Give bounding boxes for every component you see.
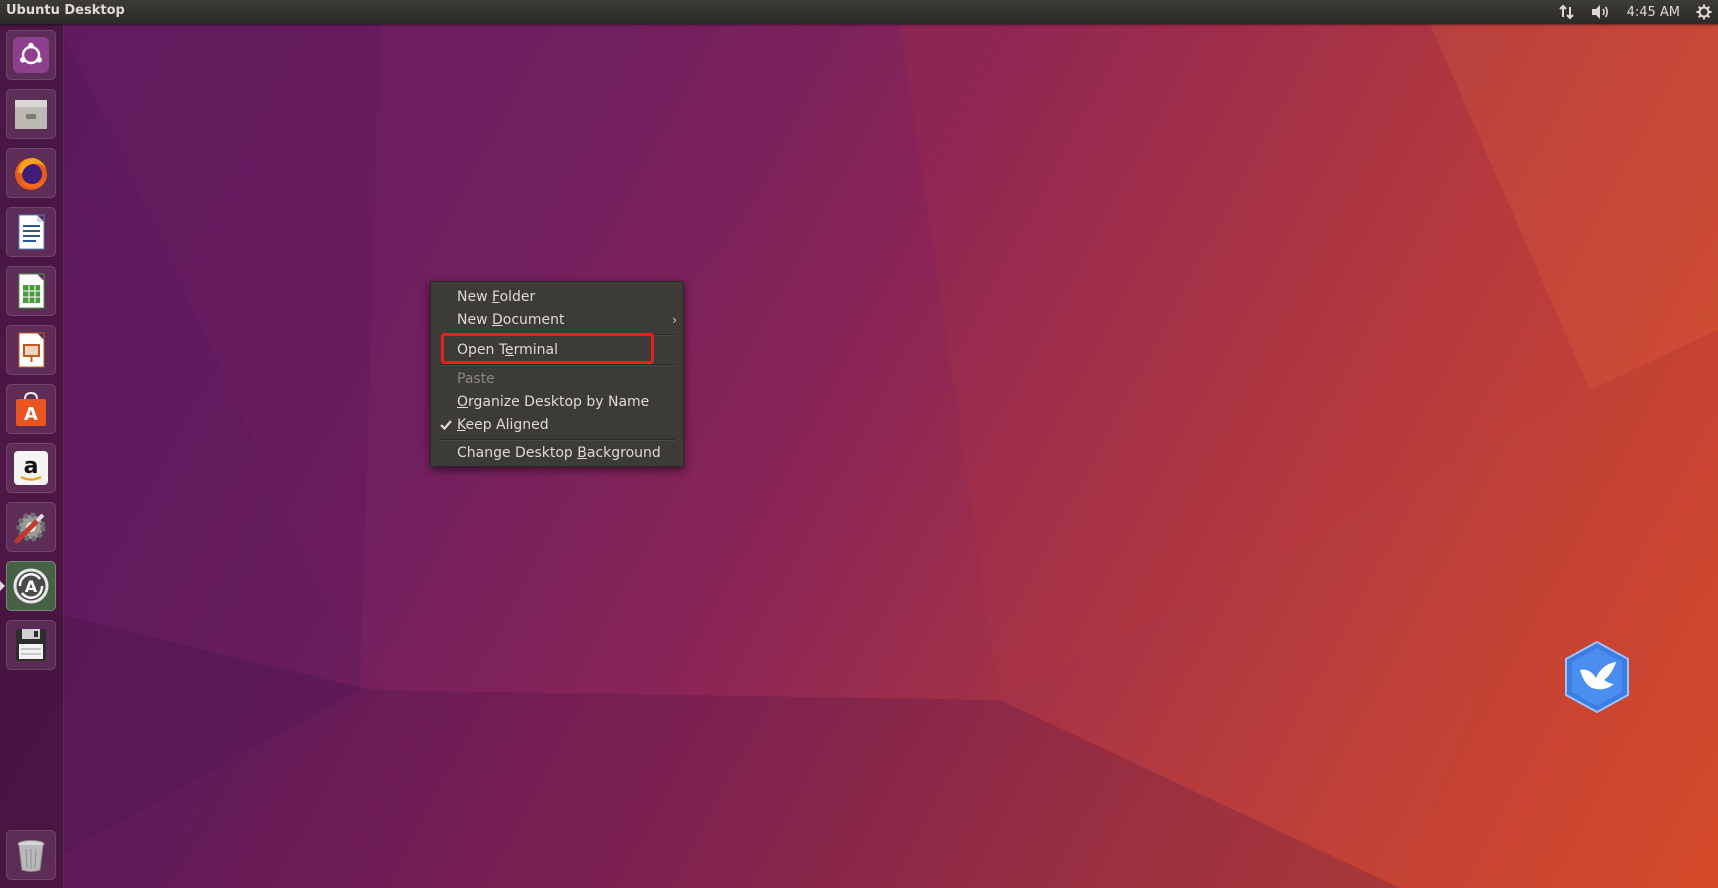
software-center-icon[interactable]: A [6,384,56,434]
software-updater-icon[interactable]: A [6,561,56,611]
volume-icon[interactable] [1591,0,1611,24]
svg-text:A: A [24,404,38,425]
menu-item-keep-aligned[interactable]: Keep Aligned [431,414,683,436]
top-panel: Ubuntu Desktop 4:45 AM [0,0,1718,24]
launcher: A a A [0,24,64,888]
bird-app-icon[interactable] [1562,640,1632,719]
network-transfer-icon[interactable] [1558,0,1575,24]
menu-item-open-terminal[interactable]: Open Terminal [431,339,683,361]
menu-separator [439,334,675,336]
svg-text:a: a [24,454,39,479]
files-icon[interactable] [6,89,56,139]
chevron-right-icon: › [672,313,677,327]
menu-item-change-background[interactable]: Change Desktop Background [431,442,683,464]
menu-item-new-folder[interactable]: New Folder [431,286,683,308]
libreoffice-impress-icon[interactable] [6,325,56,375]
menu-item-new-document[interactable]: New Document › [431,309,683,331]
clock[interactable]: 4:45 AM [1627,0,1680,24]
floppy-save-icon[interactable] [6,620,56,670]
ubuntu-logo-icon[interactable] [6,30,56,80]
trash-icon[interactable] [6,830,56,880]
firefox-icon[interactable] [6,148,56,198]
amazon-icon[interactable]: a [6,443,56,493]
libreoffice-calc-icon[interactable] [6,266,56,316]
panel-title: Ubuntu Desktop [6,3,125,18]
menu-item-paste: Paste [457,371,495,387]
panel-indicators: 4:45 AM [1558,0,1712,24]
svg-text:A: A [25,577,38,596]
active-app-indicator [0,581,5,591]
menu-item-organize-desktop[interactable]: Organize Desktop by Name [431,391,683,413]
wallpaper-shapes [0,24,1718,888]
system-settings-icon[interactable] [6,502,56,552]
menu-separator [439,439,675,441]
desktop-wallpaper[interactable] [0,0,1718,888]
menu-separator [439,364,675,366]
libreoffice-writer-icon[interactable] [6,207,56,257]
gear-icon[interactable] [1696,0,1712,24]
desktop-context-menu: New Folder New Document › Open Terminal … [430,281,684,467]
